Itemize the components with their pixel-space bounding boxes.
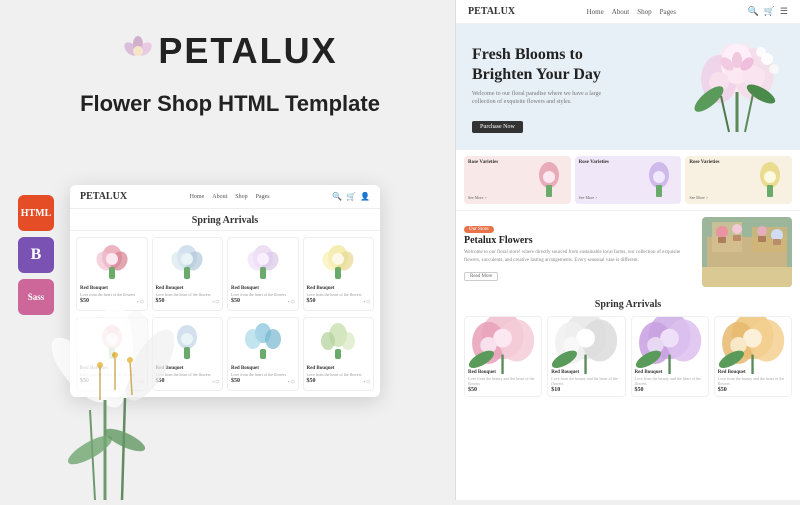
feature-box-btn-2[interactable]: See More >: [579, 195, 598, 200]
arrival-card-2: Red Bouquet Love from the beauty and the…: [547, 316, 625, 397]
feature-box-label-3: Rose Varieties: [689, 160, 719, 165]
feature-box-3: Rose Varieties See More >: [685, 156, 792, 204]
search-icon: 🔍: [332, 192, 342, 201]
hero-text: Fresh Blooms to Brighten Your Day Welcom…: [472, 45, 689, 132]
arrivals-grid: Red Bouquet Love from the beauty and the…: [464, 316, 792, 397]
arrival-image-4: [715, 317, 791, 367]
hero-title: Fresh Blooms to Brighten Your Day: [472, 45, 689, 83]
about-title: Petalux Flowers: [464, 235, 694, 246]
site-header: PETALUX Home About Shop Pages 🔍 🛒 ☰: [456, 0, 800, 24]
product-card: Red Bouquet Love from the heart of the f…: [227, 317, 299, 391]
nav-home[interactable]: Home: [587, 8, 604, 16]
user-icon: 👤: [360, 192, 370, 201]
bootstrap-badge: B: [18, 237, 54, 273]
about-read-more-button[interactable]: Read More: [464, 272, 498, 281]
menu-icon[interactable]: ☰: [780, 6, 788, 17]
product-image: [228, 238, 298, 284]
logo-flower-icon: [122, 35, 154, 67]
cart-icon[interactable]: 🛒: [764, 6, 775, 17]
logo-p: P: [158, 30, 184, 71]
search-icon[interactable]: 🔍: [747, 6, 758, 17]
arrival-card-3: Red Bouquet Love from the beauty and the…: [631, 316, 709, 397]
feature-box-2: Rose Varieties See More >: [575, 156, 682, 204]
hero-section: Fresh Blooms to Brighten Your Day Welcom…: [456, 24, 800, 150]
hero-subtitle: Welcome to our floral paradise where we …: [472, 90, 612, 107]
product-card: Red Bouquet Love from the heart of the f…: [303, 237, 375, 311]
logo-text: PETALUX: [158, 30, 337, 72]
logo-rest: ETALUX: [184, 30, 337, 71]
about-store-image: [702, 217, 792, 287]
arrival-card-4: Red Bouquet Love from the beauty and the…: [714, 316, 792, 397]
product-image: [304, 238, 374, 284]
product-info: Red Bouquet Love from the heart of the f…: [304, 284, 374, 306]
site-logo: PETALUX: [468, 6, 515, 17]
site-nav: Home About Shop Pages: [587, 8, 676, 16]
left-panel: PETALUX Flower Shop HTML Template HTML B…: [0, 0, 460, 500]
nav-about[interactable]: About: [612, 8, 630, 16]
site-header-icons: 🔍 🛒 ☰: [747, 6, 788, 17]
hero-flower-image: [689, 44, 784, 134]
product-card: Red Bouquet Love from the heart of the f…: [303, 317, 375, 391]
tech-badges: HTML B Sass: [18, 195, 54, 315]
product-image: [304, 318, 374, 364]
feature-box-label-2: Rose Varieties: [579, 160, 609, 165]
about-text: Our Store Petalux Flowers Welcome to our…: [464, 217, 694, 287]
mockup-logo: PETALUX: [80, 191, 127, 202]
about-badge: Our Store: [464, 226, 494, 233]
about-description: Welcome to our floral store! where direc…: [464, 249, 694, 264]
main-logo: PETALUX: [122, 30, 337, 72]
feature-box-btn-1[interactable]: See More >: [468, 195, 487, 200]
product-card: Red Bouquet Love from the heart of the f…: [227, 237, 299, 311]
arrivals-section-title: Spring Arrivals: [464, 299, 792, 310]
flower-decoration-left: [50, 300, 180, 500]
feature-box-btn-3[interactable]: See More >: [689, 195, 708, 200]
arrival-image-2: [548, 317, 624, 367]
main-tagline: Flower Shop HTML Template: [80, 90, 380, 119]
feature-box-1: Rose Varieties See More >: [464, 156, 571, 204]
feature-boxes: Rose Varieties See More > Rose Varieties…: [456, 150, 800, 210]
nav-shop[interactable]: Shop: [637, 8, 651, 16]
product-info: Red Bouquet Love from the heart of the f…: [304, 364, 374, 386]
sass-badge: Sass: [18, 279, 54, 315]
mockup-nav-icons: 🔍 🛒 👤: [332, 192, 370, 201]
mockup-nav: Home About Shop Pages: [190, 194, 270, 200]
hero-cta-button[interactable]: Purchase Now: [472, 121, 523, 133]
arrival-image-3: [632, 317, 708, 367]
html-badge: HTML: [18, 195, 54, 231]
about-section: Our Store Petalux Flowers Welcome to our…: [456, 210, 800, 293]
right-panel: PETALUX Home About Shop Pages 🔍 🛒 ☰ Fres…: [455, 0, 800, 500]
arrivals-section: Spring Arrivals Red Bouquet: [456, 293, 800, 403]
nav-pages[interactable]: Pages: [660, 8, 676, 16]
product-image: [77, 238, 147, 284]
product-image: [153, 238, 223, 284]
product-image: [228, 318, 298, 364]
mockup-header: PETALUX Home About Shop Pages 🔍 🛒 👤: [70, 185, 380, 209]
product-info: Red Bouquet Love from the heart of the f…: [228, 284, 298, 306]
arrival-image-1: [465, 317, 541, 367]
product-info: Red Bouquet Love from the heart of the f…: [228, 364, 298, 386]
arrival-card-1: Red Bouquet Love from the beauty and the…: [464, 316, 542, 397]
cart-icon: 🛒: [346, 192, 356, 201]
mockup-section-title: Spring Arrivals: [70, 209, 380, 231]
feature-box-label-1: Rose Varieties: [468, 160, 498, 165]
